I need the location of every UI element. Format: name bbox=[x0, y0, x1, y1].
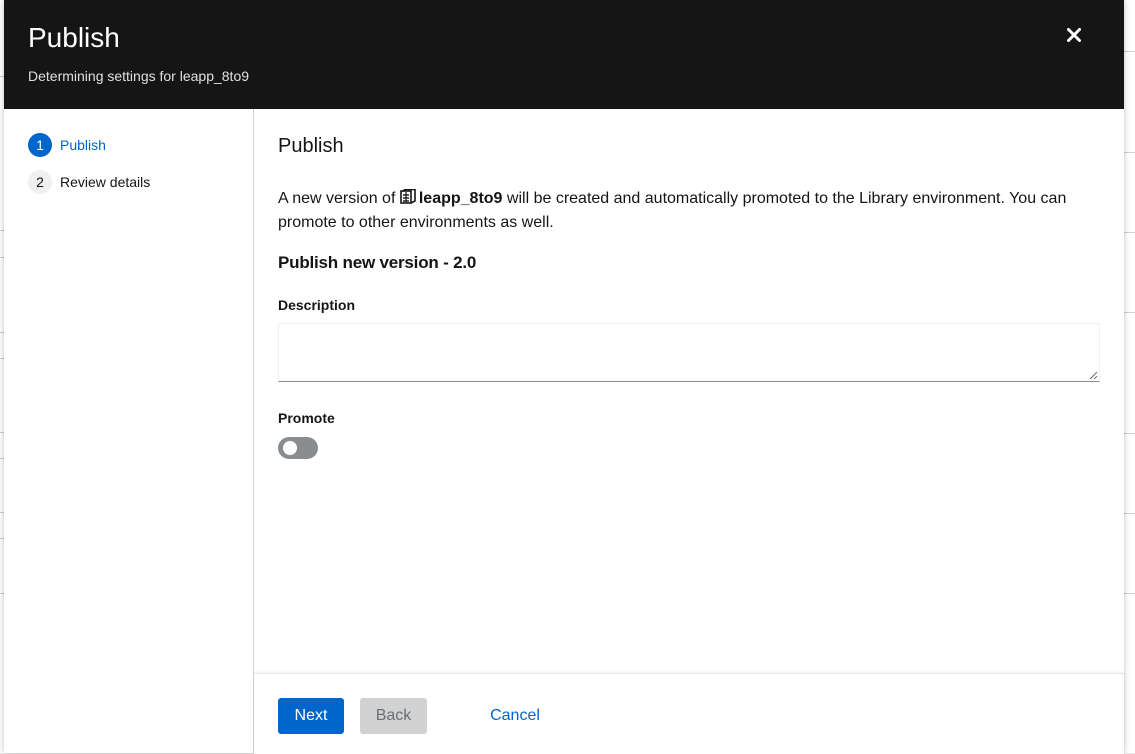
background-divider bbox=[1124, 152, 1135, 153]
intro-prefix: A new version of bbox=[278, 190, 396, 207]
step-number: 2 bbox=[28, 170, 52, 194]
background-divider bbox=[1124, 51, 1135, 52]
intro-suffix: will be created and automatically promot… bbox=[278, 190, 1067, 231]
version-heading: Publish new version - 2.0 bbox=[278, 253, 477, 272]
wizard-step-review-details[interactable]: 2 Review details bbox=[28, 170, 150, 194]
background-divider bbox=[1124, 593, 1135, 594]
background-divider bbox=[1124, 312, 1135, 313]
step-number: 1 bbox=[28, 133, 52, 157]
modal-header: Publish Determining settings for leapp_8… bbox=[4, 0, 1124, 109]
background-divider bbox=[1124, 433, 1135, 434]
modal-title: Publish bbox=[28, 22, 120, 53]
toggle-knob bbox=[283, 441, 297, 455]
wizard-nav: 1 Publish 2 Review details bbox=[4, 109, 254, 753]
description-label: Description bbox=[278, 297, 356, 313]
background-divider bbox=[1124, 513, 1135, 514]
wizard-step-publish[interactable]: 1 Publish bbox=[28, 133, 106, 157]
promote-toggle[interactable] bbox=[278, 437, 318, 459]
close-button[interactable] bbox=[1059, 20, 1089, 50]
publish-wizard-modal: Publish Determining settings for leapp_8… bbox=[4, 0, 1124, 754]
resize-handle-icon[interactable] bbox=[1088, 370, 1098, 380]
publish-intro-text: A new version of leapp_8to9 will be crea… bbox=[278, 187, 1108, 235]
content-view-icon bbox=[400, 189, 416, 204]
wizard-main: Publish A new version of leapp_8to9 will… bbox=[254, 109, 1124, 754]
wizard-footer: Next Back Cancel bbox=[254, 673, 1124, 754]
promote-label: Promote bbox=[278, 410, 335, 426]
content-view-name: leapp_8to9 bbox=[418, 190, 503, 207]
back-button[interactable]: Back bbox=[360, 698, 427, 734]
description-textarea[interactable] bbox=[278, 323, 1100, 382]
background-divider bbox=[1124, 232, 1135, 233]
step-title: Publish bbox=[278, 135, 344, 157]
step-label: Publish bbox=[60, 137, 106, 153]
step-label: Review details bbox=[60, 174, 151, 190]
next-button[interactable]: Next bbox=[278, 698, 344, 734]
close-icon bbox=[1067, 28, 1081, 42]
cancel-button[interactable]: Cancel bbox=[475, 698, 555, 734]
modal-subtitle: Determining settings for leapp_8to9 bbox=[28, 68, 250, 84]
